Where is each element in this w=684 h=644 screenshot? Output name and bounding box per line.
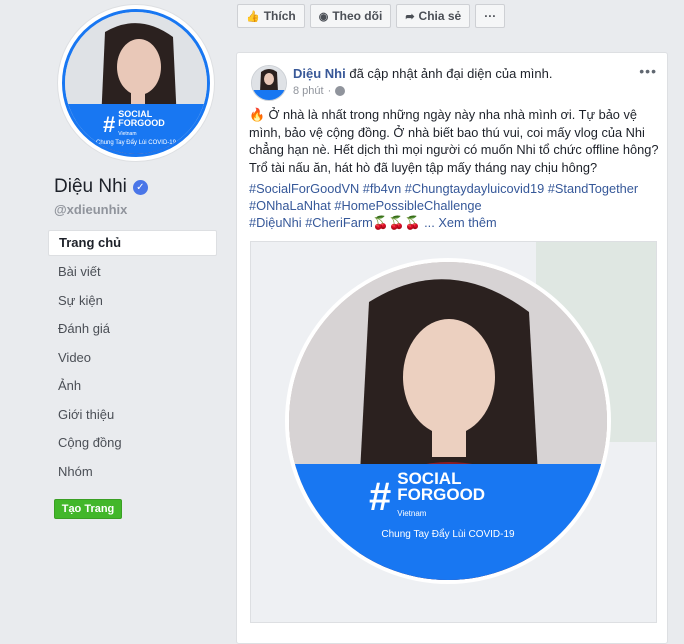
logo-country: Vietnam	[397, 509, 427, 518]
hashtags-line-1[interactable]: #SocialForGoodVN #fb4vn #Chungtaydayluic…	[249, 180, 659, 197]
page-name-text: Diệu Nhi	[54, 176, 127, 197]
hashtag-icon: #	[103, 111, 116, 137]
social-for-good-logo: # SOCIAL FORGOOD Vietnam	[369, 470, 486, 522]
post-meta: 8 phút ·	[293, 85, 346, 97]
like-button[interactable]: 👍 Thích	[237, 4, 305, 28]
post-timestamp[interactable]: 8 phút	[293, 85, 324, 97]
profile-picture[interactable]: # SOCIAL FORGOOD Vietnam Chung Tay Đẩy L…	[58, 5, 214, 161]
verified-badge-icon: ✓	[132, 179, 148, 195]
post-author-name[interactable]: Diệu Nhi	[293, 66, 346, 81]
nav-item-groups[interactable]: Nhóm	[48, 458, 217, 487]
nav-item-photos[interactable]: Ảnh	[48, 372, 217, 401]
share-label: Chia sẻ	[418, 9, 462, 23]
page-username[interactable]: @xdieunhix	[54, 202, 127, 217]
rss-icon: ◉	[318, 10, 329, 23]
nav-item-about[interactable]: Giới thiệu	[48, 401, 217, 430]
page-title[interactable]: Diệu Nhi ✓	[54, 176, 148, 198]
post-photo[interactable]: # SOCIAL FORGOOD Vietnam Chung Tay Đẩy L…	[250, 241, 657, 623]
post-header: Diệu Nhi đã cập nhật ảnh đại diện của mì…	[293, 66, 552, 81]
logo-line2: FORGOOD	[397, 485, 486, 504]
profile-picture-image: # SOCIAL FORGOOD Vietnam Chung Tay Đẩy L…	[62, 9, 210, 157]
badge-country: Vietnam	[118, 131, 137, 137]
photo-frame-band: # SOCIAL FORGOOD Vietnam Chung Tay Đẩy L…	[289, 464, 607, 580]
nav-item-reviews[interactable]: Đánh giá	[48, 315, 217, 344]
badge-line2: FORGOOD	[118, 118, 165, 128]
see-more-link[interactable]: Xem thêm	[438, 215, 496, 230]
follow-label: Theo dõi	[332, 9, 383, 23]
share-button[interactable]: ➦ Chia sẻ	[396, 4, 471, 28]
more-dots-icon: ···	[484, 9, 497, 23]
create-page-button[interactable]: Tạo Trang	[54, 499, 122, 519]
share-arrow-icon: ➦	[405, 10, 415, 23]
profile-frame-band: # SOCIAL FORGOOD Vietnam Chung Tay Đẩy L…	[65, 104, 207, 154]
post-hashtags: #SocialForGoodVN #fb4vn #Chungtaydayluic…	[249, 180, 659, 231]
nav-item-events[interactable]: Sự kiện	[48, 287, 217, 316]
nav-item-community[interactable]: Cộng đồng	[48, 429, 217, 458]
post-body: 🔥 Ở nhà là nhất trong những ngày này nha…	[249, 107, 659, 175]
hashtags-line-3[interactable]: #DiệuNhi #CheriFarm🍒🍒🍒 ...	[249, 215, 435, 230]
nav-item-videos[interactable]: Video	[48, 344, 217, 373]
photo-circle-frame: # SOCIAL FORGOOD Vietnam Chung Tay Đẩy L…	[289, 262, 607, 580]
page-action-bar: 👍 Thích ◉ Theo dõi ➦ Chia sẻ ···	[237, 4, 506, 28]
more-options-button[interactable]: ···	[475, 4, 506, 28]
frame-subtitle: Chung Tay Đẩy Lùi COVID-19	[381, 529, 515, 540]
like-label: Thích	[263, 9, 296, 23]
post-action-text: đã cập nhật ảnh đại diện của mình.	[349, 66, 553, 81]
hashtag-logo-icon: #	[369, 474, 392, 519]
author-avatar-illustration	[252, 66, 286, 100]
globe-icon	[335, 86, 346, 96]
nav-item-home[interactable]: Trang chủ	[48, 230, 217, 256]
badge-subtitle: Chung Tay Đẩy Lùi COVID-19	[96, 140, 176, 146]
page-nav: Trang chủ Bài viết Sự kiện Đánh giá Vide…	[48, 230, 217, 486]
post-author-avatar[interactable]	[251, 65, 287, 101]
nav-item-posts[interactable]: Bài viết	[48, 258, 217, 287]
thumbs-up-icon: 👍	[246, 10, 260, 23]
follow-button[interactable]: ◉ Theo dõi	[309, 4, 392, 28]
hashtags-line-2[interactable]: #ONhaLaNhat #HomePossibleChallenge	[249, 197, 659, 214]
left-column: # SOCIAL FORGOOD Vietnam Chung Tay Đẩy L…	[0, 0, 228, 625]
post-options-button[interactable]: •••	[639, 63, 657, 79]
feed-post: Diệu Nhi đã cập nhật ảnh đại diện của mì…	[236, 52, 668, 644]
